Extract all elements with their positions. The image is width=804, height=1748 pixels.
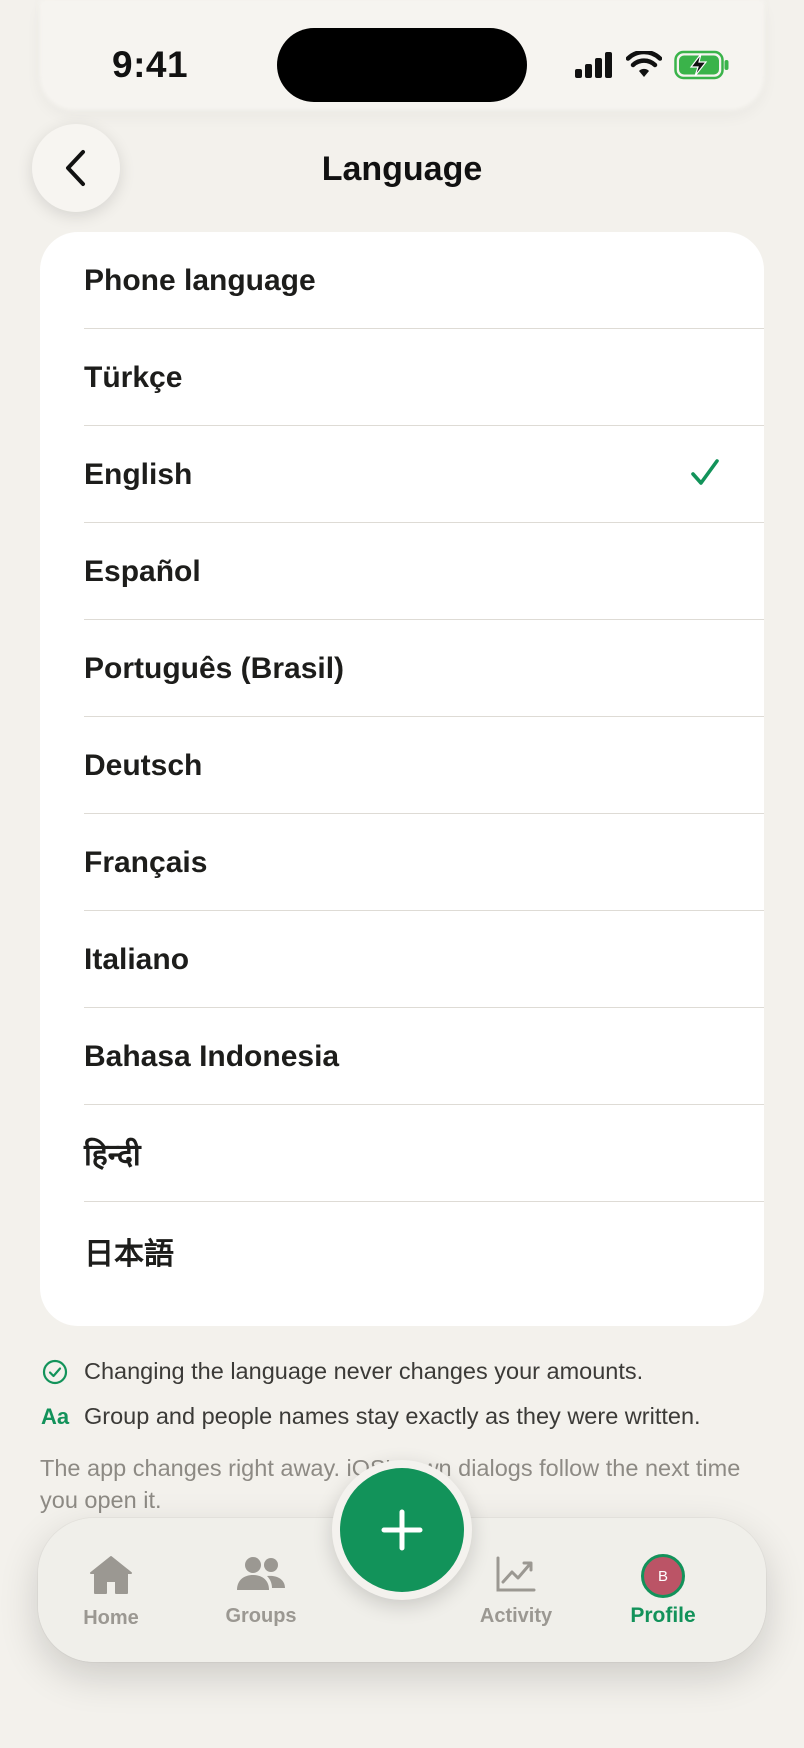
language-label: हिन्दी bbox=[84, 1139, 141, 1172]
tab-groups-label: Groups bbox=[225, 1605, 297, 1627]
check-circle-icon bbox=[42, 1359, 68, 1384]
tab-groups[interactable]: Groups bbox=[196, 1554, 326, 1628]
language-label: Bahasa Indonesia bbox=[84, 1039, 340, 1073]
language-option-french[interactable]: Français bbox=[40, 814, 764, 911]
tab-home-label: Home bbox=[83, 1607, 139, 1629]
note-names: Aa Group and people names stay exactly a… bbox=[40, 1403, 701, 1430]
wifi-icon bbox=[626, 51, 662, 77]
language-label: Português (Brasil) bbox=[84, 651, 345, 685]
dynamic-island bbox=[277, 28, 527, 102]
signal-icon bbox=[575, 52, 612, 78]
language-label: Español bbox=[84, 554, 201, 588]
language-list: Phone language Türkçe English Español Po… bbox=[40, 232, 764, 1326]
groups-icon bbox=[237, 1557, 285, 1590]
status-icons bbox=[574, 48, 730, 82]
language-option-german[interactable]: Deutsch bbox=[40, 717, 764, 814]
home-icon bbox=[90, 1556, 132, 1594]
note-names-text: Group and people names stay exactly as t… bbox=[84, 1403, 701, 1429]
battery-charging-icon bbox=[674, 50, 729, 80]
tab-home[interactable]: Home bbox=[46, 1554, 176, 1630]
note-amounts: Changing the language never changes your… bbox=[40, 1358, 643, 1385]
page-title: Language bbox=[321, 150, 483, 188]
tab-profile-label: Profile bbox=[630, 1604, 696, 1627]
language-option-italian[interactable]: Italiano bbox=[40, 911, 764, 1008]
language-label: 日本語 bbox=[84, 1237, 174, 1271]
language-option-turkish[interactable]: Türkçe bbox=[40, 329, 764, 426]
plus-icon bbox=[381, 1509, 423, 1551]
text-size-icon: Aa bbox=[40, 1403, 70, 1429]
checkmark-icon bbox=[691, 459, 719, 485]
language-label: Deutsch bbox=[84, 748, 203, 782]
note-amounts-text: Changing the language never changes your… bbox=[84, 1358, 644, 1384]
language-option-spanish[interactable]: Español bbox=[40, 523, 764, 620]
tab-activity[interactable]: Activity bbox=[451, 1554, 581, 1628]
language-label: Italiano bbox=[84, 942, 190, 976]
language-option-japanese[interactable]: 日本語 bbox=[40, 1202, 764, 1299]
language-option-phone[interactable]: Phone language bbox=[40, 232, 764, 329]
activity-chart-icon bbox=[496, 1556, 536, 1592]
language-label: Phone language bbox=[84, 263, 316, 297]
language-option-hindi[interactable]: हिन्दी bbox=[40, 1105, 764, 1202]
language-label: English bbox=[84, 457, 193, 491]
add-expense-button[interactable] bbox=[340, 1468, 464, 1592]
language-option-indonesian[interactable]: Bahasa Indonesia bbox=[40, 1008, 764, 1105]
tab-profile[interactable]: B Profile bbox=[598, 1554, 728, 1628]
avatar: B bbox=[641, 1554, 685, 1598]
tab-activity-label: Activity bbox=[479, 1605, 553, 1627]
language-label: Français bbox=[84, 845, 208, 879]
language-option-english[interactable]: English bbox=[40, 426, 764, 523]
language-option-portuguese[interactable]: Português (Brasil) bbox=[40, 620, 764, 717]
language-label: Türkçe bbox=[84, 360, 183, 394]
status-time: 9:41 bbox=[112, 44, 189, 85]
